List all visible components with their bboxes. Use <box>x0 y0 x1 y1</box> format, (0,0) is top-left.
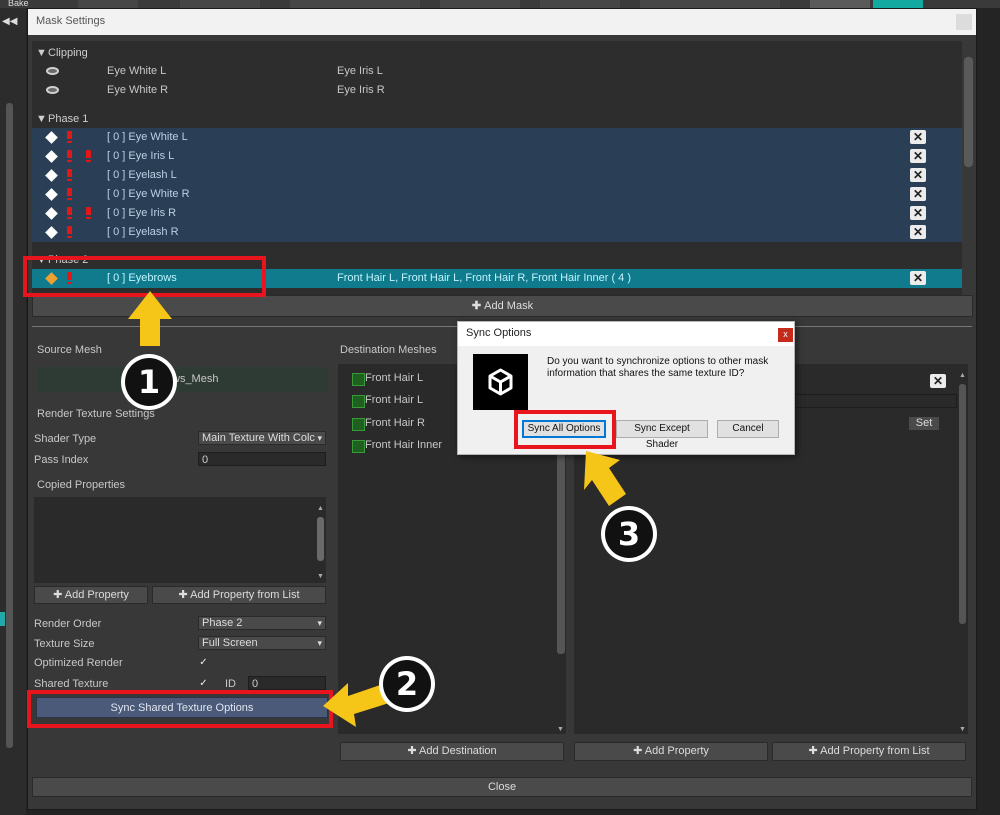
step-number: 2 <box>383 660 431 708</box>
step-badge-1: 1 <box>121 354 177 410</box>
arrow-up-icon <box>128 291 172 346</box>
step-badge-2: 2 <box>379 656 435 712</box>
step-number: 3 <box>605 510 653 558</box>
step-badge-3: 3 <box>601 506 657 562</box>
arrow-up-left-icon <box>584 451 626 506</box>
step-number: 1 <box>125 358 173 406</box>
